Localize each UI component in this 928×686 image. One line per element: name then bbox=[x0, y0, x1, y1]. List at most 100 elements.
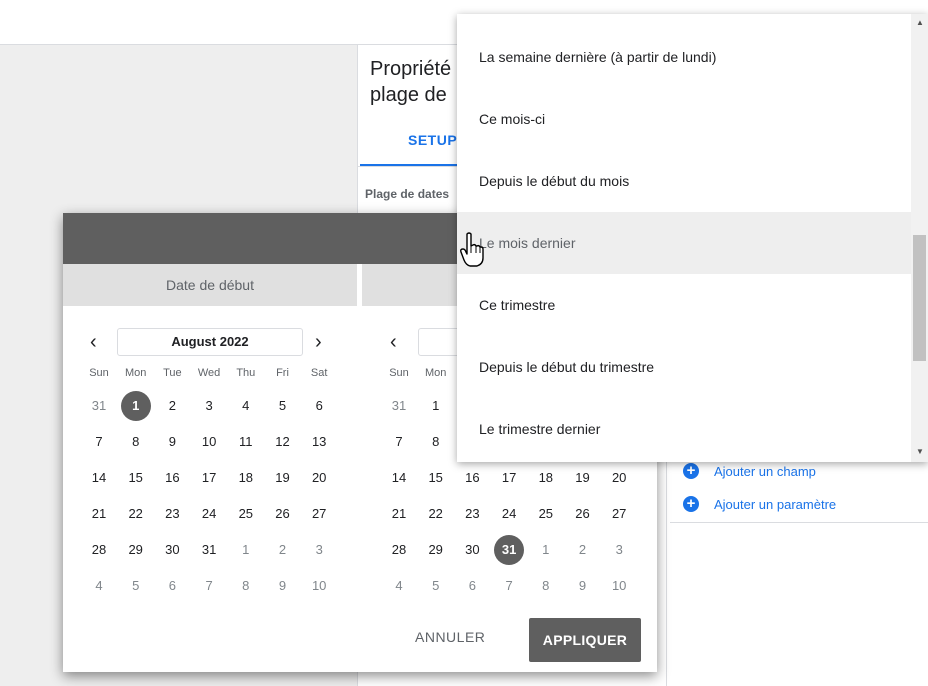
calendar-day[interactable]: 17 bbox=[494, 463, 524, 493]
calendar-day[interactable]: 15 bbox=[121, 463, 151, 493]
calendar-day[interactable]: 30 bbox=[157, 535, 187, 565]
dropdown-option[interactable]: Ce trimestre bbox=[457, 274, 911, 336]
calendar-day[interactable]: 1 bbox=[120, 391, 151, 421]
calendar-day[interactable]: 14 bbox=[84, 463, 114, 493]
calendar-day[interactable]: 23 bbox=[157, 499, 187, 529]
dropdown-option[interactable]: Le mois dernier bbox=[457, 212, 911, 274]
calendar-day[interactable]: 9 bbox=[157, 427, 187, 457]
calendar-day[interactable]: 9 bbox=[268, 571, 298, 601]
calendar-day[interactable]: 6 bbox=[157, 571, 187, 601]
scroll-down-icon[interactable]: ▼ bbox=[916, 447, 924, 456]
calendar-day[interactable]: 26 bbox=[268, 499, 298, 529]
dropdown-option[interactable]: Depuis le début du trimestre bbox=[457, 336, 911, 398]
calendar-day[interactable]: 2 bbox=[157, 391, 187, 421]
calendar-day[interactable]: 7 bbox=[84, 427, 114, 457]
add-circle-icon: + bbox=[683, 496, 699, 512]
calendar-day[interactable]: 15 bbox=[421, 463, 451, 493]
calendar-day[interactable]: 11 bbox=[231, 427, 261, 457]
calendar-day[interactable]: 8 bbox=[531, 571, 561, 601]
calendar-day[interactable]: 31 bbox=[384, 391, 414, 421]
calendar-day[interactable]: 8 bbox=[231, 571, 261, 601]
calendar-day[interactable]: 26 bbox=[568, 499, 598, 529]
calendar-day[interactable]: 27 bbox=[304, 499, 334, 529]
calendar-day[interactable]: 23 bbox=[457, 499, 487, 529]
calendar-day[interactable]: 20 bbox=[304, 463, 334, 493]
add-field-button[interactable]: + Ajouter un champ bbox=[683, 463, 816, 479]
calendar-day[interactable]: 24 bbox=[494, 499, 524, 529]
calendar-day[interactable]: 13 bbox=[304, 427, 334, 457]
end-prev-month-icon[interactable]: ‹ bbox=[390, 332, 397, 352]
calendar-day[interactable]: 31 bbox=[194, 535, 224, 565]
calendar-day[interactable]: 8 bbox=[421, 427, 451, 457]
calendar-day[interactable]: 24 bbox=[194, 499, 224, 529]
weekday-label: Mon bbox=[424, 367, 447, 379]
scroll-thumb[interactable] bbox=[913, 235, 926, 361]
weekday-label: Wed bbox=[197, 367, 221, 379]
calendar-day[interactable]: 5 bbox=[121, 571, 151, 601]
calendar-day[interactable]: 18 bbox=[231, 463, 261, 493]
calendar-day[interactable]: 22 bbox=[121, 499, 151, 529]
calendar-day[interactable]: 31 bbox=[84, 391, 114, 421]
calendar-day[interactable]: 10 bbox=[304, 571, 334, 601]
calendar-day[interactable]: 5 bbox=[268, 391, 298, 421]
section-divider bbox=[670, 522, 928, 523]
calendar-day[interactable]: 7 bbox=[194, 571, 224, 601]
calendar-day[interactable]: 20 bbox=[604, 463, 634, 493]
calendar-day[interactable]: 4 bbox=[384, 571, 414, 601]
calendar-day[interactable]: 7 bbox=[494, 571, 524, 601]
calendar-day[interactable]: 25 bbox=[531, 499, 561, 529]
calendar-day[interactable]: 4 bbox=[231, 391, 261, 421]
calendar-day[interactable]: 19 bbox=[268, 463, 298, 493]
calendar-day[interactable]: 12 bbox=[268, 427, 298, 457]
calendar-day[interactable]: 25 bbox=[231, 499, 261, 529]
calendar-day[interactable]: 2 bbox=[568, 535, 598, 565]
calendar-day[interactable]: 21 bbox=[84, 499, 114, 529]
calendar-day[interactable]: 3 bbox=[604, 535, 634, 565]
calendar-day[interactable]: 5 bbox=[421, 571, 451, 601]
calendar-day[interactable]: 6 bbox=[457, 571, 487, 601]
calendar-day[interactable]: 31 bbox=[494, 535, 525, 565]
calendar-day[interactable]: 27 bbox=[604, 499, 634, 529]
calendar-day[interactable]: 9 bbox=[568, 571, 598, 601]
dropdown-option[interactable]: La semaine dernière (à partir de lundi) bbox=[457, 26, 911, 88]
calendar-day[interactable]: 29 bbox=[121, 535, 151, 565]
calendar-day[interactable]: 14 bbox=[384, 463, 414, 493]
calendar-day[interactable]: 28 bbox=[384, 535, 414, 565]
prev-month-icon[interactable]: ‹ bbox=[90, 332, 97, 352]
dropdown-option[interactable]: Le trimestre dernier bbox=[457, 398, 911, 460]
calendar-day[interactable]: 3 bbox=[304, 535, 334, 565]
calendar-day[interactable]: 17 bbox=[194, 463, 224, 493]
scroll-up-icon[interactable]: ▲ bbox=[916, 18, 924, 27]
calendar-day[interactable]: 7 bbox=[384, 427, 414, 457]
calendar-day[interactable]: 16 bbox=[457, 463, 487, 493]
calendar-day[interactable]: 1 bbox=[531, 535, 561, 565]
weekday-label: Mon bbox=[124, 367, 147, 379]
add-parameter-button[interactable]: + Ajouter un paramètre bbox=[683, 496, 836, 512]
calendar-day[interactable]: 1 bbox=[421, 391, 451, 421]
calendar-day[interactable]: 28 bbox=[84, 535, 114, 565]
calendar-day[interactable]: 8 bbox=[121, 427, 151, 457]
calendar-day[interactable]: 10 bbox=[604, 571, 634, 601]
calendar-day[interactable]: 21 bbox=[384, 499, 414, 529]
calendar-day[interactable]: 3 bbox=[194, 391, 224, 421]
dropdown-option[interactable]: Ce mois-ci bbox=[457, 88, 911, 150]
calendar-day[interactable]: 16 bbox=[157, 463, 187, 493]
calendar-day[interactable]: 19 bbox=[568, 463, 598, 493]
calendar-day[interactable]: 18 bbox=[531, 463, 561, 493]
tab-setup[interactable]: SETUP bbox=[408, 132, 457, 148]
weekday-label: Sun bbox=[89, 367, 109, 379]
cancel-button[interactable]: ANNULER bbox=[415, 629, 485, 645]
dropdown-option[interactable]: Depuis le début du mois bbox=[457, 150, 911, 212]
calendar-day[interactable]: 1 bbox=[231, 535, 261, 565]
apply-button[interactable]: APPLIQUER bbox=[529, 618, 641, 662]
calendar-day[interactable]: 6 bbox=[304, 391, 334, 421]
next-month-icon[interactable]: › bbox=[315, 332, 322, 352]
calendar-day[interactable]: 29 bbox=[421, 535, 451, 565]
calendar-day[interactable]: 30 bbox=[457, 535, 487, 565]
calendar-day[interactable]: 22 bbox=[421, 499, 451, 529]
calendar-day[interactable]: 2 bbox=[268, 535, 298, 565]
start-month-selector[interactable]: August 2022 bbox=[117, 328, 303, 356]
start-date-header: Date de début bbox=[63, 264, 357, 306]
calendar-day[interactable]: 4 bbox=[84, 571, 114, 601]
calendar-day[interactable]: 10 bbox=[194, 427, 224, 457]
